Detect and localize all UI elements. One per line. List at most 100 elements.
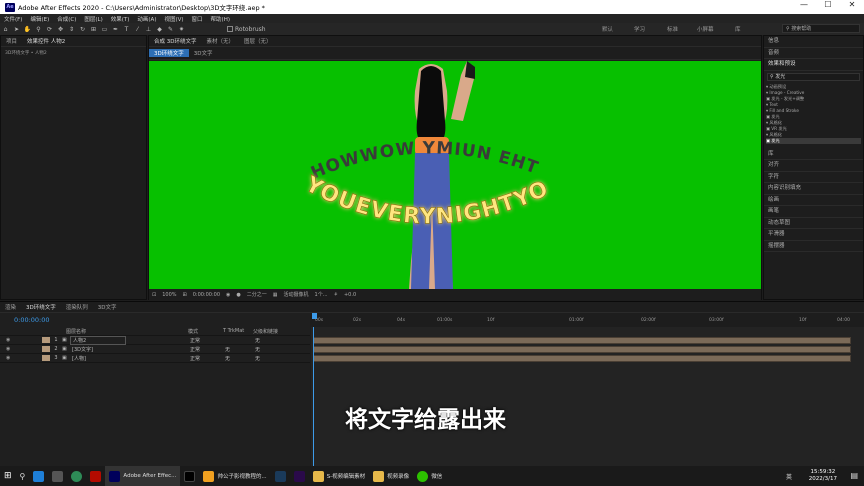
taskbar-app-wechat[interactable]: 微信 (413, 466, 446, 486)
panel-audio[interactable]: 音频 (764, 48, 863, 59)
layer-duration-bar[interactable] (313, 355, 851, 362)
tree-item-selected[interactable]: ▣ 发光 (766, 137, 861, 144)
home-icon[interactable]: ⌂ (0, 26, 11, 33)
time-ruler[interactable]: 00s 02s 04s 01:00s 10f 01:00f 02:00f 03:… (311, 313, 864, 327)
comp-subtab-3d-text[interactable]: 3D文字 (189, 49, 218, 57)
brush-tool-icon[interactable]: ⁄ (132, 26, 143, 33)
camera-view-select[interactable]: 活动摄像机 (281, 291, 312, 298)
menu-layer[interactable]: 图层(L) (80, 15, 106, 23)
type-tool-icon[interactable]: T (121, 26, 132, 33)
help-search-input[interactable]: ⚲ 搜索帮助 (782, 24, 860, 33)
orbit-tool-icon[interactable]: ⟳ (44, 26, 55, 33)
pan-tool-icon[interactable]: ✥ (55, 26, 66, 33)
current-time-display[interactable]: 0:00:00:00 (190, 292, 223, 298)
label-color-swatch[interactable] (42, 346, 50, 352)
menu-edit[interactable]: 编辑(E) (26, 15, 53, 23)
layer-name[interactable]: [人物] (70, 355, 126, 362)
playhead[interactable] (312, 313, 317, 319)
view-layout-select[interactable]: 1个... (312, 291, 331, 298)
layer-parent[interactable]: 无 (255, 346, 260, 353)
menu-view[interactable]: 视图(V) (160, 15, 187, 23)
panel-wiggler[interactable]: 摇摆器 (764, 241, 863, 252)
rotobrush-checkbox[interactable] (227, 26, 233, 32)
layer-parent[interactable]: 无 (255, 355, 260, 362)
edge-taskbar-icon[interactable] (29, 466, 48, 486)
tab-layer[interactable]: 图层（无） (239, 37, 277, 45)
taskbar-app-after-effects[interactable]: Adobe After Effec... (105, 466, 181, 486)
menu-animation[interactable]: 动画(A) (133, 15, 160, 23)
layer-name[interactable]: [3D文字] (70, 346, 126, 353)
panel-library[interactable]: 库 (764, 149, 863, 160)
layer-mode[interactable]: 正常 (190, 337, 225, 344)
layer-row[interactable]: ◉ 2 ▣ [3D文字] 正常 无 无 (0, 345, 310, 354)
visibility-icon[interactable]: ◉ (0, 355, 22, 361)
tab-timeline-3d-text[interactable]: 3D文字 (93, 303, 122, 311)
roto-tool-icon[interactable]: ✎ (165, 26, 176, 33)
tab-render-queue[interactable]: 渲染队列 (61, 303, 93, 311)
menu-file[interactable]: 文件(F) (0, 15, 26, 23)
tab-project[interactable]: 项目 (1, 37, 22, 45)
panel-paint[interactable]: 绘画 (764, 195, 863, 206)
effects-search-input[interactable]: ⚲ 发光 (767, 72, 860, 81)
workspace-default[interactable]: 默认 (602, 25, 613, 33)
panel-smoother[interactable]: 平滑器 (764, 229, 863, 241)
rotobrush-option[interactable]: Rotobrush (227, 26, 266, 33)
composition-viewer[interactable]: HOWWOW YMIUN EHT YOUEVERYNIGHTYO (149, 61, 761, 289)
panel-align[interactable]: 对齐 (764, 160, 863, 172)
layer-duration-bar[interactable] (313, 346, 851, 353)
pen-tool-icon[interactable]: ✒ (110, 26, 121, 33)
close-button[interactable]: ✕ (842, 0, 862, 9)
clone-tool-icon[interactable]: ⊥ (143, 26, 154, 33)
notification-icon[interactable]: ▤ (850, 471, 858, 480)
tab-footage[interactable]: 素材（无） (201, 37, 239, 45)
layer-trkmat[interactable]: 无 (225, 355, 255, 362)
taskbar-app-folder-materials[interactable]: S-视频编辑素材 (309, 466, 369, 486)
panel-motion-sketch[interactable]: 动态草图 (764, 218, 863, 229)
pan-behind-icon[interactable]: ⊞ (88, 26, 99, 33)
store-taskbar-icon[interactable] (48, 466, 67, 486)
start-button[interactable]: ⊞ (0, 466, 16, 486)
exposure-icon[interactable]: ⚘ (331, 292, 341, 298)
label-color-swatch[interactable] (42, 355, 50, 361)
menu-composition[interactable]: 合成(C) (53, 15, 80, 23)
timecode-display[interactable]: 0:00:00:00 (0, 313, 310, 327)
panel-content-aware-fill[interactable]: 内容识别填充 (764, 183, 863, 195)
panel-brushes[interactable]: 画笔 (764, 206, 863, 218)
ime-language[interactable]: 英 (786, 472, 792, 481)
visibility-icon[interactable]: ◉ (0, 337, 22, 343)
layer-parent[interactable]: 无 (255, 337, 260, 344)
workspace-small-screen[interactable]: 小屏幕 (697, 25, 714, 33)
exposure-value[interactable]: +0.0 (341, 292, 359, 298)
taskbar-app-premiere[interactable] (290, 466, 309, 486)
zoom-tool-icon[interactable]: ⚲ (33, 26, 44, 33)
resolution-select[interactable]: 二分之一 (244, 291, 270, 298)
transparency-icon[interactable]: ▦ (270, 292, 281, 298)
rotate-tool-icon[interactable]: ↻ (77, 26, 88, 33)
layer-mode[interactable]: 正常 (190, 346, 225, 353)
label-color-swatch[interactable] (42, 337, 50, 343)
taskbar-app-folder-recording[interactable]: 视频录像 (369, 466, 413, 486)
timeline-tracks[interactable]: 00s 02s 04s 01:00s 10f 01:00f 02:00f 03:… (311, 313, 864, 466)
tab-timeline-3d-ring[interactable]: 3D环绕文字 (21, 303, 61, 311)
search-taskbar-button[interactable]: ⚲ (16, 466, 30, 486)
browser-taskbar-icon[interactable] (67, 466, 86, 486)
zoom-select[interactable]: 100% (159, 292, 179, 298)
menu-window[interactable]: 窗口 (188, 15, 207, 23)
color-channel-icon[interactable]: ● (233, 292, 243, 298)
layer-trkmat[interactable]: 无 (225, 346, 255, 353)
workspace-standard[interactable]: 标准 (667, 25, 678, 33)
dolly-tool-icon[interactable]: ⇕ (66, 26, 77, 33)
maximize-button[interactable]: ☐ (818, 0, 838, 9)
taskbar-app-black[interactable] (180, 466, 199, 486)
layer-row[interactable]: ◉ 1 ▣ 人物2 正常 无 (0, 335, 310, 345)
system-clock[interactable]: 15:59:32 2022/3/17 (809, 469, 837, 483)
menu-help[interactable]: 帮助(H) (207, 15, 234, 23)
tab-render[interactable]: 渲染 (0, 303, 21, 311)
mask-tool-icon[interactable]: ▭ (99, 26, 110, 33)
layer-mode[interactable]: 正常 (190, 355, 225, 362)
tab-effect-controls[interactable]: 效果控件 人物2 (22, 37, 70, 45)
minimize-button[interactable]: — (794, 0, 814, 9)
visibility-icon[interactable]: ◉ (0, 346, 22, 352)
taskbar-app-photoshop[interactable] (271, 466, 290, 486)
layer-row[interactable]: ◉ 3 ▣ [人物] 正常 无 无 (0, 354, 310, 363)
